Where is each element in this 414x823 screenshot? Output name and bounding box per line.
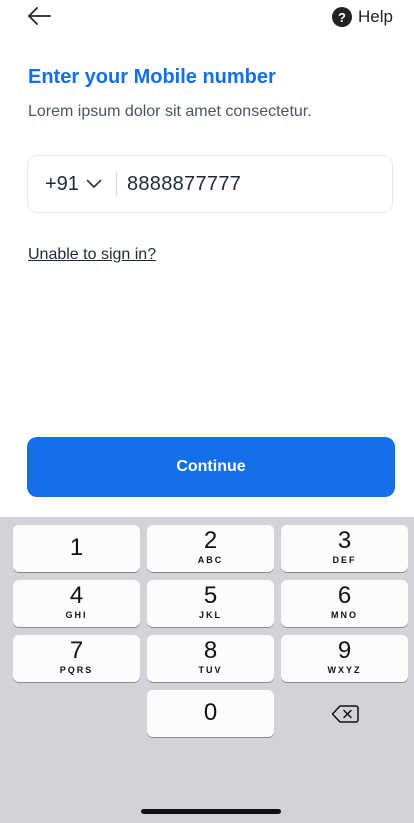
backspace-icon (331, 704, 359, 723)
key-9-letters: WXYZ (327, 665, 362, 675)
key-9-digit: 9 (337, 637, 352, 664)
help-button[interactable]: ? Help (332, 5, 393, 29)
continue-button[interactable]: Continue (27, 437, 395, 497)
phone-number-field: +91 (27, 155, 393, 213)
key-7[interactable]: 7 PQRS (13, 635, 140, 682)
key-5-letters: JKL (198, 610, 222, 620)
key-8[interactable]: 8 TUV (147, 635, 274, 682)
key-6-letters: MNO (331, 610, 358, 620)
key-3[interactable]: 3 DEF (281, 525, 408, 572)
key-0[interactable]: 0 (147, 690, 274, 737)
key-1[interactable]: 1 (13, 525, 140, 572)
home-indicator (141, 809, 281, 814)
key-4-letters: GHI (65, 610, 88, 620)
question-circle-icon: ? (332, 7, 353, 27)
key-1-digit: 1 (69, 534, 84, 561)
key-7-letters: PQRS (59, 665, 94, 675)
key-9[interactable]: 9 WXYZ (281, 635, 408, 682)
phone-number-input[interactable] (126, 172, 357, 196)
key-0-digit: 0 (203, 699, 218, 726)
field-divider (115, 172, 117, 196)
key-5[interactable]: 5 JKL (147, 580, 274, 627)
chevron-down-icon (86, 179, 102, 188)
arrow-left-icon (28, 7, 51, 25)
key-4[interactable]: 4 GHI (13, 580, 140, 627)
backspace-key[interactable] (281, 690, 408, 737)
country-code-selector[interactable]: +91 (45, 173, 102, 196)
page-subtitle: Lorem ipsum dolor sit amet consectetur. (28, 103, 312, 120)
page-title: Enter your Mobile number (28, 66, 276, 88)
top-bar: ? Help (0, 0, 414, 36)
key-4-digit: 4 (69, 582, 84, 609)
key-2-digit: 2 (203, 527, 218, 554)
key-2-letters: ABC (197, 555, 224, 565)
key-8-letters: TUV (198, 665, 223, 675)
key-8-digit: 8 (203, 637, 218, 664)
key-7-digit: 7 (69, 637, 84, 664)
country-code-label: +91 (45, 172, 79, 195)
unable-to-sign-in-link[interactable]: Unable to sign in? (28, 246, 156, 264)
key-6-digit: 6 (337, 582, 352, 609)
key-5-digit: 5 (203, 582, 218, 609)
key-3-letters: DEF (332, 555, 357, 565)
key-6[interactable]: 6 MNO (281, 580, 408, 627)
numeric-keypad: 1 2 ABC 3 DEF 4 GHI 5 JKL 6 MNO 7 PQRS 8… (0, 517, 414, 823)
key-2[interactable]: 2 ABC (147, 525, 274, 572)
back-button[interactable] (26, 4, 52, 28)
help-label: Help (358, 7, 393, 26)
key-3-digit: 3 (337, 527, 352, 554)
